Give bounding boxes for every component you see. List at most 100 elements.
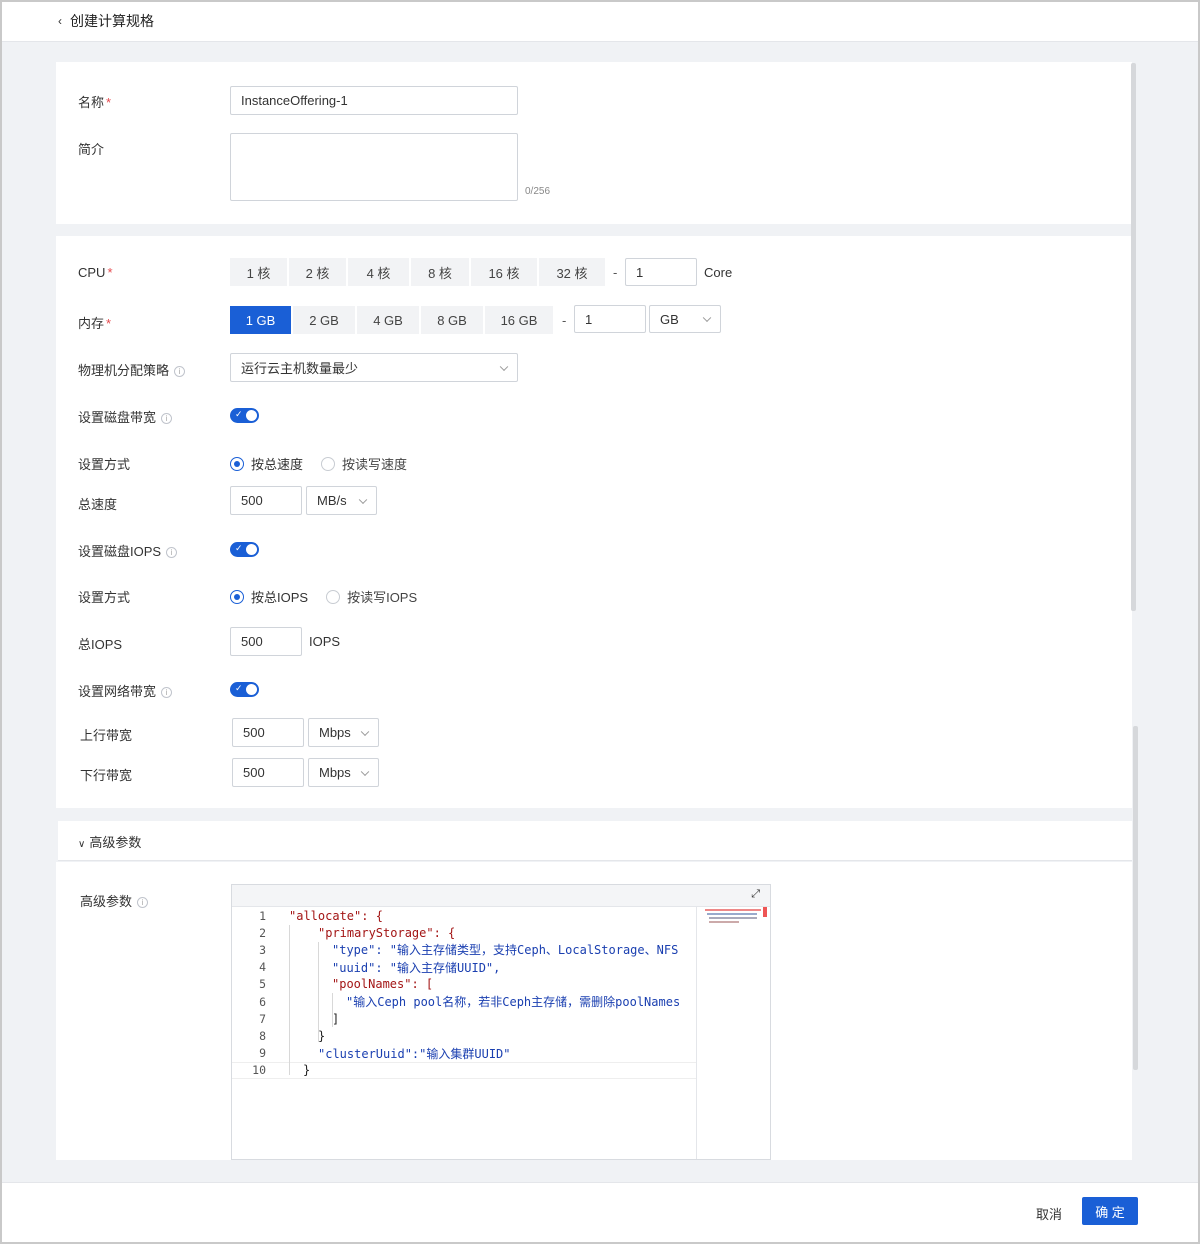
name-input[interactable]: InstanceOffering-1 [230,86,518,115]
memory-custom-input[interactable]: 1 [574,305,646,333]
upload-bandwidth-input[interactable]: 500 [232,718,304,747]
code-area[interactable]: 1 "allocate": { 2 "primaryStorage": { 3 "ty… [232,907,696,1079]
check-icon: ✓ [235,683,243,693]
download-bandwidth-input[interactable]: 500 [232,758,304,787]
radio-unchecked-icon [326,589,341,604]
cpu-custom-input[interactable]: 1 [625,258,697,286]
network-bandwidth-label: 设置网络带宽 i [78,681,173,700]
cpu-option[interactable]: 4 核 [348,258,409,286]
memory-option[interactable]: 4 GB [357,306,419,334]
confirm-button[interactable]: 确 定 [1082,1197,1138,1225]
disk-bandwidth-mode-label: 设置方式 [78,457,131,472]
description-label: 简介 [78,142,105,157]
cpu-options: 1 核 2 核 4 核 8 核 16 核 32 核 [230,258,607,286]
cpu-option[interactable]: 2 核 [289,258,346,286]
cpu-option[interactable]: 8 核 [411,258,469,286]
memory-label: 内存 * [78,316,112,331]
chevron-down-icon [702,313,712,323]
total-speed-unit-select[interactable]: MB/s [306,486,377,515]
page-title: 创建计算规格 [70,13,154,29]
description-textarea[interactable] [230,133,518,201]
check-icon: ✓ [235,409,243,419]
editor-toolbar: ⤢ [232,885,770,907]
memory-option-selected[interactable]: 1 GB [230,306,291,334]
chevron-down-icon [360,727,370,736]
info-icon: i [137,897,149,908]
code-line: 5 "poolNames": [ [259,977,434,992]
cpu-option[interactable]: 1 核 [230,258,287,286]
chevron-down-icon [360,767,370,776]
cpu-dash: - [613,265,618,280]
radio-total-iops[interactable]: 按总IOPS [230,587,308,606]
info-icon: i [161,413,173,424]
cancel-button[interactable]: 取消 [1024,1199,1074,1227]
radio-unchecked-icon [321,456,336,471]
chevron-down-icon [358,495,368,504]
radio-rw-iops[interactable]: 按读写IOPS [326,587,417,606]
disk-bandwidth-mode-group: 按总速度 按读写速度 [230,454,425,473]
disk-bandwidth-label: 设置磁盘带宽 i [78,407,173,426]
memory-unit-select[interactable]: GB [649,305,721,333]
page-scrollbar-top[interactable] [1131,63,1136,611]
host-strategy-select[interactable]: 运行云主机数量最少 [230,353,518,382]
total-iops-input[interactable]: 500 [230,627,302,656]
memory-option[interactable]: 2 GB [293,306,355,334]
host-strategy-label: 物理机分配策略 i [78,360,186,379]
advanced-params-label: 高级参数 i [80,891,149,910]
memory-options: 1 GB 2 GB 4 GB 8 GB 16 GB [230,306,555,334]
info-icon: i [174,366,186,377]
upload-bandwidth-unit-select[interactable]: Mbps [308,718,379,747]
description-counter: 0/256 [525,186,551,197]
code-line: 4 "uuid": "输入主存储UUID", [259,960,501,975]
code-line: 1 "allocate": { [259,908,383,923]
info-icon: i [166,547,178,558]
radio-checked-icon [230,456,244,471]
total-speed-input[interactable]: 500 [230,486,302,515]
disk-bandwidth-toggle[interactable]: ✓ [230,408,259,423]
cpu-unit: Core [704,265,733,280]
disk-iops-toggle[interactable]: ✓ [230,542,259,557]
cpu-label: CPU * [78,265,113,280]
advanced-section-header[interactable]: ∨ 高级参数 [58,821,1132,861]
disk-iops-mode-group: 按总IOPS 按读写IOPS [230,587,435,606]
total-speed-label: 总速度 [78,497,118,512]
basic-info-card: 名称 * InstanceOffering-1 简介 0/256 [56,62,1132,224]
editor-minimap[interactable] [696,907,767,1159]
code-line: 6 "输入Ceph pool名称，若非Ceph主存储，需删除poolNames [259,994,681,1010]
code-editor[interactable]: ⤢ 1 "allocate": { 2 "primaryStorage": { 3 "… [231,884,771,1160]
info-icon: i [161,687,173,698]
page-scrollbar-bottom[interactable] [1133,726,1138,1070]
code-line: 8} [259,1028,326,1043]
disk-iops-label: 设置磁盘IOPS i [78,541,178,560]
radio-rw-speed[interactable]: 按读写速度 [321,454,407,473]
expand-icon[interactable]: ⤢ [751,888,760,901]
chevron-left-icon: ‹ [58,14,62,28]
footer-bar: 取消 确 定 [2,1182,1198,1242]
radio-total-speed[interactable]: 按总速度 [230,454,303,473]
check-icon: ✓ [235,543,243,553]
radio-checked-icon [230,589,244,604]
memory-option[interactable]: 16 GB [485,306,553,334]
code-line: 9 "clusterUuid":"输入集群UUID" [259,1046,511,1061]
upload-bandwidth-label: 上行带宽 [80,728,133,743]
network-bandwidth-toggle[interactable]: ✓ [230,682,259,697]
disk-iops-mode-label: 设置方式 [78,590,131,605]
chevron-down-icon: ∨ [78,839,86,850]
name-label: 名称 * [78,95,112,110]
download-bandwidth-unit-select[interactable]: Mbps [308,758,379,787]
download-bandwidth-label: 下行带宽 [80,768,133,783]
total-iops-label: 总IOPS [78,637,123,652]
cpu-option[interactable]: 32 核 [539,258,605,286]
chevron-down-icon [499,362,509,371]
total-iops-unit: IOPS [309,634,341,649]
memory-option[interactable]: 8 GB [421,306,483,334]
code-line: 3 "type": "输入主存储类型，支持Ceph、LocalStorage、NF… [259,942,679,958]
code-line: 10} [232,1061,696,1079]
memory-dash: - [562,313,567,328]
advanced-section-toggle[interactable]: ∨ 高级参数 [78,832,141,851]
code-line: 2 "primaryStorage": { [259,925,456,940]
cpu-option[interactable]: 16 核 [471,258,537,286]
back-button[interactable]: ‹ 创建计算规格 [58,11,154,31]
top-bar: ‹ 创建计算规格 [2,2,1198,42]
config-card: CPU * 1 核 2 核 4 核 8 核 16 核 32 核 - 1 Core … [56,236,1132,808]
